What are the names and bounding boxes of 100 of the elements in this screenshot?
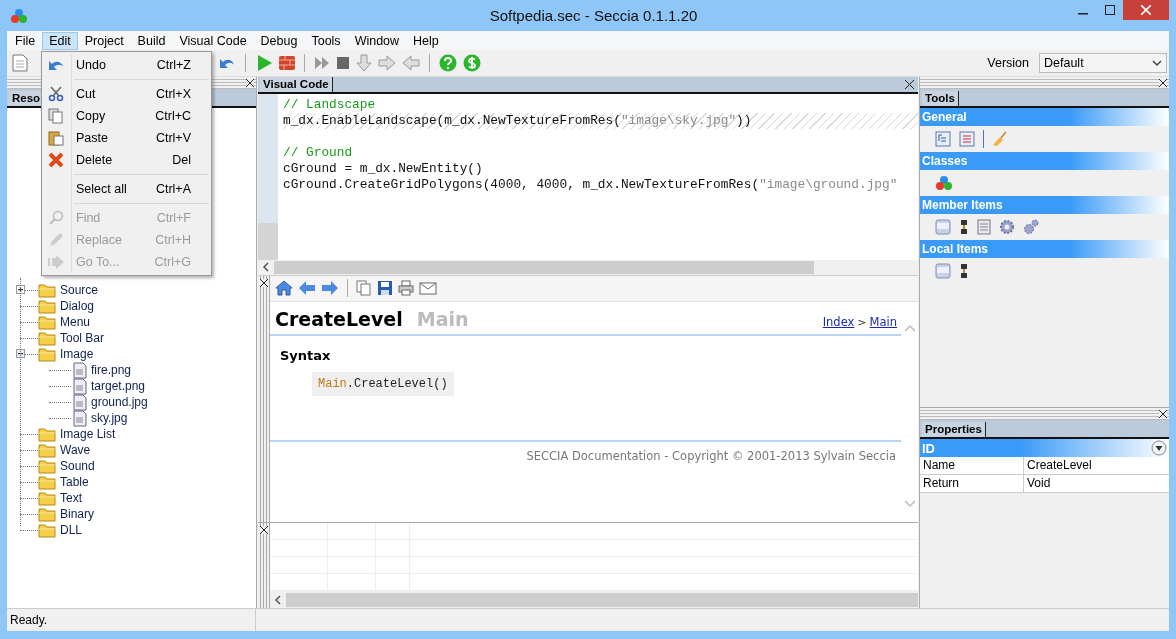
scroll-up-icon[interactable] xyxy=(903,323,916,332)
connector-icon[interactable] xyxy=(959,219,969,235)
table-cell xyxy=(270,523,328,540)
tree-item[interactable]: Wave xyxy=(60,443,91,457)
menu-bar-entry[interactable]: Window xyxy=(347,31,407,50)
tree-item[interactable]: Source xyxy=(60,283,99,297)
left-arrow-icon[interactable] xyxy=(402,55,420,71)
close-icon[interactable] xyxy=(246,79,254,87)
tree-item[interactable]: Menu xyxy=(60,315,91,329)
menu-bar-entry[interactable]: Build xyxy=(130,31,173,50)
menu-bar-entry[interactable]: Debug xyxy=(253,31,305,50)
right-arrow-icon[interactable] xyxy=(378,55,396,71)
code-line: cGround = m_dx.NewEntity() xyxy=(283,161,483,176)
expander-icon[interactable] xyxy=(16,285,25,294)
close-icon[interactable] xyxy=(1159,410,1167,418)
code-line: // Landscape xyxy=(283,97,376,112)
go-to-arrow-icon xyxy=(47,254,65,270)
variable-icon[interactable] xyxy=(935,219,951,235)
footer-text: SECCIA Documentation - Copyright © 2001-2013 Sylvain Seccia xyxy=(526,448,896,463)
menu-bar-entry[interactable]: Help xyxy=(406,31,446,50)
brick-wall-icon[interactable] xyxy=(279,55,295,71)
tree-item[interactable]: Dialog xyxy=(60,299,95,313)
menu-bar-entry[interactable]: Edit xyxy=(42,31,78,50)
fast-forward-icon[interactable] xyxy=(314,56,330,70)
variable-icon[interactable] xyxy=(935,263,951,279)
tree-item[interactable]: Tool Bar xyxy=(60,331,105,345)
new-document-icon[interactable] xyxy=(12,54,28,72)
scroll-left-icon[interactable] xyxy=(274,594,282,605)
menu-option[interactable]: Copy Ctrl+C xyxy=(42,105,211,127)
menu-option[interactable]: Undo Ctrl+Z xyxy=(42,54,211,76)
forward-arrow-icon[interactable] xyxy=(321,280,339,297)
broom-icon[interactable] xyxy=(992,131,1008,147)
version-select[interactable]: Default xyxy=(1039,53,1167,73)
tree-item[interactable]: ground.jpg xyxy=(91,395,148,409)
collapse-icon[interactable] xyxy=(1151,440,1167,456)
editor-tab[interactable]: Visual Code xyxy=(260,77,333,92)
play-icon[interactable] xyxy=(255,54,273,72)
down-arrow-icon[interactable] xyxy=(356,54,372,72)
tree-item[interactable]: Image List xyxy=(60,427,116,441)
property-name: Return xyxy=(920,475,1024,492)
horizontal-scrollbar[interactable] xyxy=(258,259,918,275)
scroll-down-icon[interactable] xyxy=(903,500,916,508)
stop-icon[interactable] xyxy=(336,56,350,70)
property-value[interactable]: Void xyxy=(1024,475,1169,492)
menu-bar-entry[interactable]: Visual Code xyxy=(172,31,254,50)
close-icon[interactable] xyxy=(1159,79,1167,87)
help-icon[interactable] xyxy=(439,54,457,72)
tree-item[interactable]: Text xyxy=(60,491,82,505)
table-cell xyxy=(376,523,410,540)
dollar-icon[interactable] xyxy=(463,54,481,72)
email-icon[interactable] xyxy=(419,280,437,297)
table-cell xyxy=(270,540,328,557)
tree-item[interactable]: DLL xyxy=(60,523,82,537)
menu-option[interactable]: Paste Ctrl+V xyxy=(42,127,211,149)
image-file-icon xyxy=(73,393,87,411)
breadcrumb-link[interactable]: Main xyxy=(869,314,897,329)
connector-icon[interactable] xyxy=(959,263,969,279)
close-icon[interactable] xyxy=(905,80,914,89)
tree-view-icon[interactable] xyxy=(935,131,951,147)
list-icon[interactable] xyxy=(959,131,975,147)
scroll-left-icon[interactable] xyxy=(262,262,270,273)
status-text: Ready. xyxy=(7,609,256,631)
close-button[interactable] xyxy=(1123,0,1169,20)
expander-icon[interactable] xyxy=(16,349,25,358)
menu-bar-entry[interactable]: Project xyxy=(77,31,131,50)
menu-bar-entry[interactable]: Tools xyxy=(304,31,348,50)
menu-option[interactable]: Delete Del xyxy=(42,149,211,171)
tree-item[interactable]: target.png xyxy=(91,379,146,393)
gear-icon[interactable] xyxy=(999,219,1015,235)
menu-option[interactable]: Cut Ctrl+X xyxy=(42,83,211,105)
folder-icon xyxy=(38,298,56,314)
tree-item[interactable]: Binary xyxy=(60,507,94,521)
close-icon[interactable] xyxy=(260,526,268,534)
tree-item[interactable]: fire.png xyxy=(91,363,132,377)
spheres-icon[interactable] xyxy=(935,175,953,191)
close-icon[interactable] xyxy=(260,278,268,287)
print-icon[interactable] xyxy=(398,280,414,297)
home-icon[interactable] xyxy=(275,280,293,297)
tree-item[interactable]: Table xyxy=(60,475,89,489)
code-line: // Ground xyxy=(283,145,353,160)
search-icon xyxy=(48,210,64,226)
tree-item[interactable]: Image xyxy=(60,347,94,361)
copy-icon[interactable] xyxy=(356,280,372,297)
folder-icon xyxy=(38,522,56,538)
back-arrow-icon[interactable] xyxy=(298,280,316,297)
delete-icon xyxy=(48,152,64,168)
pencil-icon xyxy=(48,232,64,248)
breadcrumb-link[interactable]: Index xyxy=(822,314,855,329)
menu-bar-entry[interactable]: File xyxy=(8,31,43,50)
property-value[interactable]: CreateLevel xyxy=(1024,457,1169,474)
panel-tab[interactable]: Tools xyxy=(922,91,959,106)
folder-icon xyxy=(38,442,56,458)
menu-option[interactable]: Select all Ctrl+A xyxy=(42,178,211,200)
minimize-icon xyxy=(1077,13,1088,15)
gears-icon[interactable] xyxy=(1023,219,1039,235)
tree-item[interactable]: Sound xyxy=(60,459,95,473)
panel-tab[interactable]: Properties xyxy=(922,422,986,437)
tree-item[interactable]: sky.jpg xyxy=(91,411,128,425)
save-icon[interactable] xyxy=(377,280,393,297)
close-icon xyxy=(1141,5,1151,15)
